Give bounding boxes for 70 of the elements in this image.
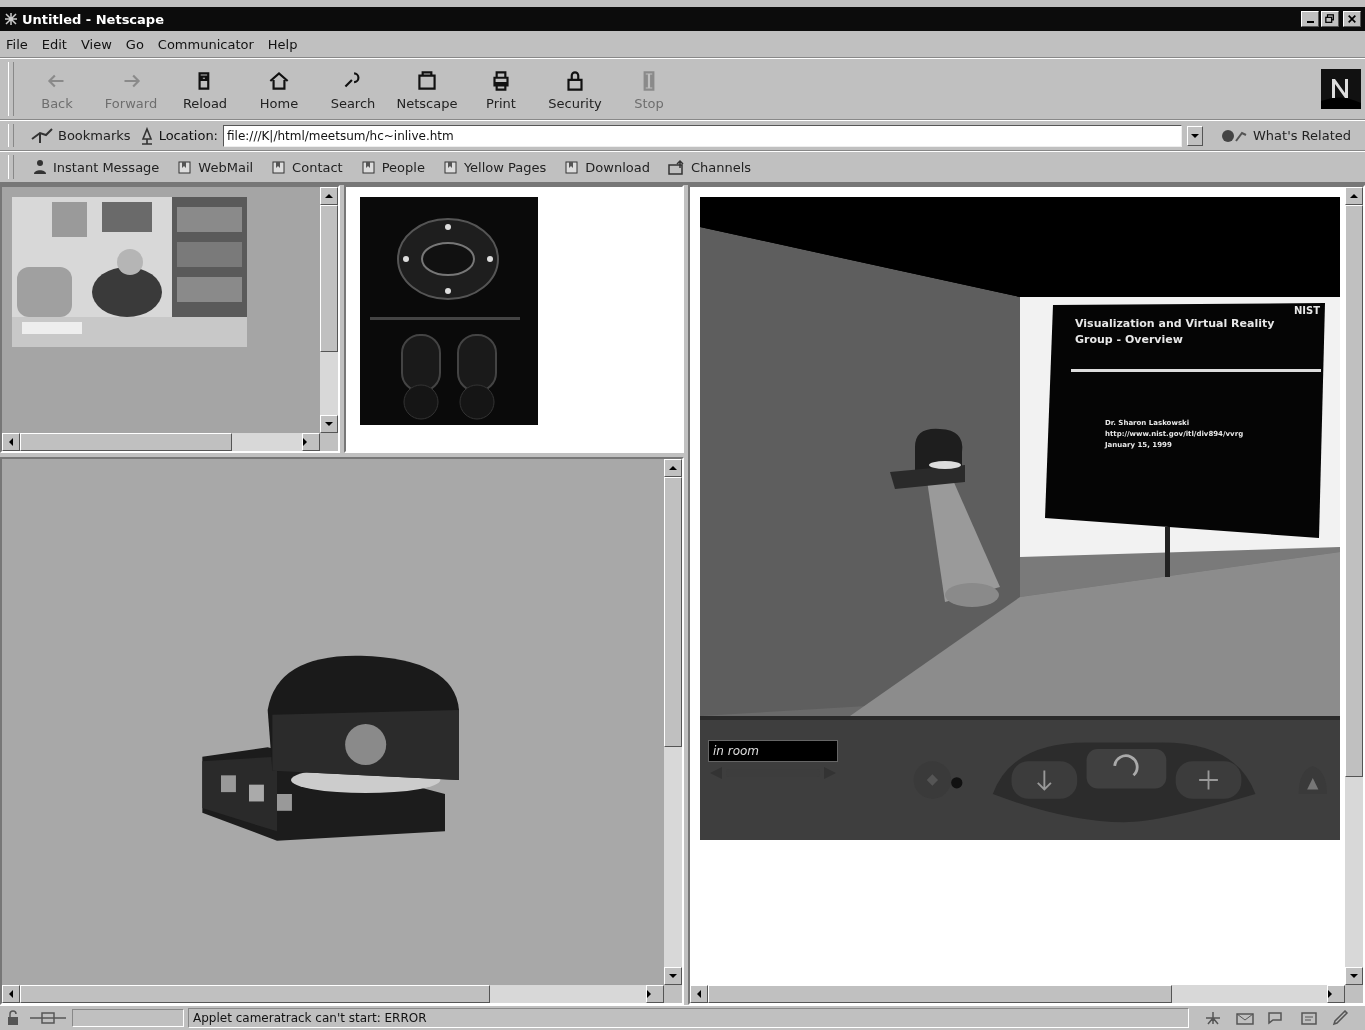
bookmark-button[interactable]: Download [558,159,656,175]
composer-icon[interactable] [1299,1010,1319,1026]
horizontal-scrollbar[interactable] [690,985,1345,1003]
person-icon [32,159,48,175]
bookmark-button[interactable]: Channels [661,159,758,175]
scrollbar-thumb[interactable] [708,985,1173,1003]
folder-icon [667,159,686,175]
vertical-scrollbar[interactable] [664,459,682,985]
close-icon [1347,14,1357,24]
scroll-down-button[interactable] [320,415,338,433]
scroll-up-button[interactable] [320,187,338,205]
status-message: Applet cameratrack can't start: ERROR [188,1008,1189,1028]
bookmark-button[interactable]: People [354,159,431,175]
scrollbar-thumb[interactable] [320,205,338,352]
scroll-right-button[interactable] [1327,985,1345,1003]
toolbar-button[interactable]: Search [316,67,390,111]
slide-title: Visualization and Virtual Reality [1075,316,1276,332]
scroll-left-button[interactable] [2,433,20,451]
pen-icon[interactable] [1331,1010,1351,1026]
location-label: Location: [158,128,218,143]
scrollbar-thumb[interactable] [664,477,682,747]
restore-icon [1325,14,1335,24]
netscape-logo[interactable] [1321,69,1361,109]
bookmarks-button[interactable]: Bookmarks [25,126,135,145]
menu-item[interactable]: Communicator [157,36,254,52]
menu-item[interactable]: File [6,36,28,52]
viewpoint-field[interactable]: in room [708,740,838,762]
bookmark-button[interactable]: Yellow Pages [436,159,553,175]
whats-related-button[interactable]: What's Related [1216,126,1355,145]
scroll-up-button[interactable] [664,459,682,477]
minimize-button[interactable] [1301,11,1319,27]
window-title: Untitled - Netscape [22,11,164,27]
slide-logo-text: NIST [1293,305,1320,316]
bookmark-button[interactable]: Instant Message [26,159,166,175]
toolbar-button[interactable]: Home [242,67,316,111]
vertical-scrollbar[interactable] [320,187,338,433]
toolbar-button[interactable]: Security [538,67,612,111]
menu-item[interactable]: View [80,36,112,52]
maximize-button[interactable] [1321,11,1339,27]
mail-icon[interactable] [1235,1010,1255,1026]
scroll-left-button[interactable] [690,985,708,1003]
toolbar-button[interactable]: Netscape [390,67,464,111]
minimize-icon [1306,21,1314,23]
menu-item[interactable]: Go [125,36,144,52]
close-button[interactable] [1343,11,1361,27]
horizontal-scrollbar[interactable] [2,985,664,1003]
navigator-icon[interactable] [1203,1010,1223,1026]
scrollbar-thumb[interactable] [20,985,490,1003]
location-icon [139,126,154,145]
scroll-right-button[interactable] [646,985,664,1003]
location-field[interactable]: file:///K|/html/meetsum/hc~inlive.htm [223,124,1182,147]
vertical-scrollbar[interactable] [1345,187,1363,985]
bookmark-button[interactable]: Contact [265,159,349,175]
toolbar-button[interactable]: Print [464,67,538,111]
slide-subtitle: Group - Overview [1075,332,1184,348]
scroll-right-button[interactable] [302,433,320,451]
window-icon [4,12,18,26]
toolbar-button[interactable]: Reload [168,67,242,111]
horizontal-scrollbar[interactable] [2,433,320,451]
scroll-down-button[interactable] [664,967,682,985]
scroll-up-button[interactable] [1345,187,1363,205]
scroll-left-button[interactable] [2,985,20,1003]
bookmark-button[interactable]: WebMail [171,159,260,175]
menu-item[interactable]: Edit [41,36,67,52]
scroll-down-button[interactable] [1345,967,1363,985]
scrollbar-thumb[interactable] [1345,205,1363,777]
scrollbar-thumb[interactable] [20,433,232,451]
menu-item[interactable]: Help [267,36,298,52]
connection-icon [28,1010,68,1026]
dropdown-button[interactable] [1187,125,1203,146]
